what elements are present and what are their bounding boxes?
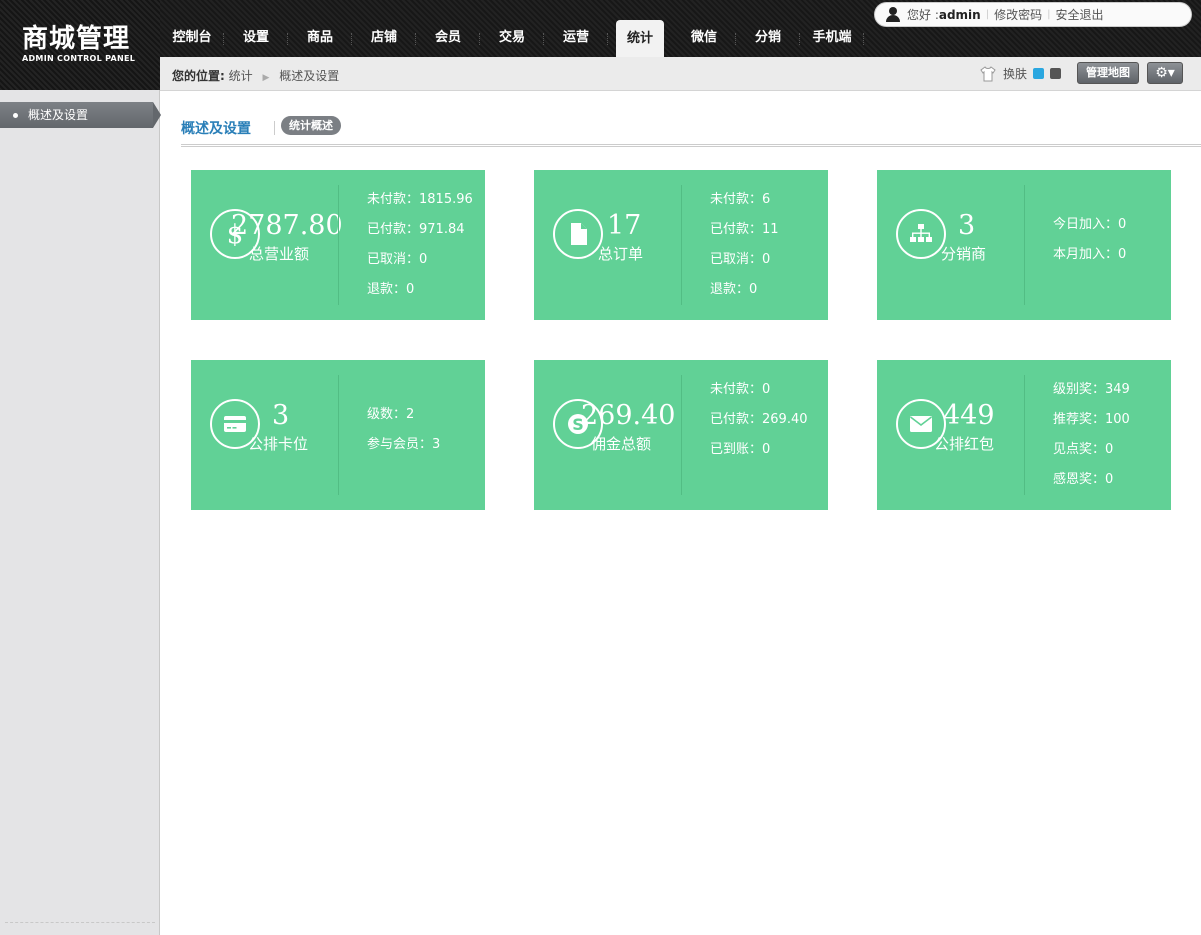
main-nav: 控制台 设置 商品 店铺 会员 交易 运营 统计 微信 分销 手机端 [160, 0, 864, 57]
chevron-right-icon: ▶ [262, 73, 270, 83]
stat-row: 退款：0 [367, 282, 415, 297]
card-label: 公排卡位 [248, 435, 309, 453]
skin-switcher: 换肤 [980, 65, 1062, 82]
card-divider [681, 375, 682, 495]
stat-row: 推荐奖：100 [1053, 412, 1130, 427]
card-divider [1024, 375, 1025, 495]
skin-gray-swatch[interactable] [1050, 68, 1062, 79]
card-stats: 未付款：6 已付款：11 已取消：0 退款：0 [710, 185, 779, 305]
stat-row: 级数：2 [367, 407, 415, 422]
tab-statistics-overview[interactable]: 统计概述 [281, 116, 341, 135]
stat-row: 今日加入：0 [1053, 217, 1127, 232]
main-content: 概述及设置 统计概述 $ 2787.80 总营业额 未付款：1815.96 已付… [161, 91, 1201, 935]
card-stats: 级数：2 参与会员：3 [367, 400, 440, 460]
stat-card-revenue: $ 2787.80 总营业额 未付款：1815.96 已付款：971.84 已取… [191, 170, 485, 320]
logo-subtitle: ADMIN CONTROL PANEL [22, 54, 136, 63]
card-label: 分销商 [941, 245, 987, 263]
username: admin [938, 7, 981, 22]
nav-operation[interactable]: 运营 [544, 19, 608, 57]
nav-trade[interactable]: 交易 [480, 19, 544, 57]
logout-link[interactable]: 安全退出 [1055, 6, 1103, 23]
stat-row: 已到账：0 [710, 442, 771, 457]
stat-row: 退款：0 [710, 282, 758, 297]
breadcrumb-level2: 概述及设置 [279, 69, 340, 83]
card-label: 总订单 [598, 245, 644, 263]
logo-title: 商城管理 [22, 24, 131, 54]
nav-members[interactable]: 会员 [416, 19, 480, 57]
logo: 商城管理 ADMIN CONTROL PANEL [0, 0, 160, 90]
skin-label[interactable]: 换肤 [1003, 65, 1027, 82]
stat-row: 已付款：269.40 [710, 412, 808, 427]
stat-row: 见点奖：0 [1053, 442, 1114, 457]
card-stats: 未付款：1815.96 已付款：971.84 已取消：0 退款：0 [367, 185, 473, 305]
nav-wechat[interactable]: 微信 [672, 19, 736, 57]
sub-bar: 您的位置: 统计 ▶ 概述及设置 换肤 管理地图 ⚙▾ [160, 57, 1201, 91]
stat-row: 级别奖：349 [1053, 382, 1130, 397]
card-stats: 今日加入：0 本月加入：0 [1053, 210, 1126, 270]
card-stats: 级别奖：349 推荐奖：100 见点奖：0 感恩奖：0 [1053, 375, 1130, 495]
breadcrumb-level1[interactable]: 统计 [229, 69, 253, 83]
change-password-link[interactable]: 修改密码 [994, 6, 1042, 23]
stat-row: 未付款：6 [710, 192, 771, 207]
breadcrumb: 您的位置: 统计 ▶ 概述及设置 [172, 67, 339, 84]
card-label: 佣金总额 [591, 435, 652, 453]
sidebar-item-overview[interactable]: 概述及设置 [0, 102, 161, 128]
top-header: 商城管理 ADMIN CONTROL PANEL 控制台 设置 商品 店铺 会员… [0, 0, 1201, 90]
nav-statistics[interactable]: 统计 [616, 20, 664, 57]
greeting-text: 您好 : [907, 8, 939, 22]
nav-distribution[interactable]: 分销 [736, 19, 800, 57]
stat-row: 未付款：1815.96 [367, 192, 473, 207]
card-divider [1024, 185, 1025, 305]
nav-mobile[interactable]: 手机端 [800, 19, 864, 57]
stat-row: 已取消：0 [710, 252, 771, 267]
skin-blue-swatch[interactable] [1033, 68, 1045, 79]
stat-row: 感恩奖：0 [1053, 472, 1114, 487]
card-label: 总营业额 [249, 245, 310, 263]
breadcrumb-label: 您的位置: [172, 69, 225, 83]
stat-card-distributors: 3 分销商 今日加入：0 本月加入：0 [877, 170, 1171, 320]
nav-settings[interactable]: 设置 [224, 19, 288, 57]
card-divider [681, 185, 682, 305]
tab-bar: 概述及设置 统计概述 [181, 115, 1201, 147]
nav-stores[interactable]: 店铺 [352, 19, 416, 57]
card-value: 269.40 [581, 400, 676, 431]
stat-card-red-packets: 449 公排红包 级别奖：349 推荐奖：100 见点奖：0 感恩奖：0 [877, 360, 1171, 510]
stat-row: 已付款：11 [710, 222, 779, 237]
card-label: 公排红包 [934, 435, 995, 453]
stat-card-commission: S 269.40 佣金总额 未付款：0 已付款：269.40 已到账：0 [534, 360, 828, 510]
card-divider [338, 375, 339, 495]
stat-row: 未付款：0 [710, 382, 771, 397]
stat-card-orders: 17 总订单 未付款：6 已付款：11 已取消：0 退款：0 [534, 170, 828, 320]
sidebar: 概述及设置 [0, 90, 161, 935]
separator: | [1047, 9, 1051, 20]
card-value: 2787.80 [231, 210, 343, 241]
file-icon [553, 209, 603, 259]
separator: | [985, 9, 990, 20]
stat-row: 已付款：971.84 [367, 222, 465, 237]
sidebar-divider [5, 922, 155, 923]
user-icon [885, 6, 901, 23]
stat-row: 已取消：0 [367, 252, 428, 267]
card-divider [338, 185, 339, 305]
nav-goods[interactable]: 商品 [288, 19, 352, 57]
user-box: 您好 : admin | 修改密码 | 安全退出 [874, 2, 1192, 27]
stat-row: 本月加入：0 [1053, 247, 1127, 262]
stat-card-public-slots: 3 公排卡位 级数：2 参与会员：3 [191, 360, 485, 510]
shirt-icon [980, 65, 996, 81]
card-stats: 未付款：0 已付款：269.40 已到账：0 [710, 375, 808, 465]
sitemap-icon [896, 209, 946, 259]
nav-dashboard[interactable]: 控制台 [160, 19, 224, 57]
settings-gear-button[interactable]: ⚙▾ [1147, 62, 1183, 84]
tab-divider [274, 121, 275, 135]
stat-row: 参与会员：3 [367, 437, 441, 452]
page-title: 概述及设置 [181, 121, 251, 137]
sitemap-button[interactable]: 管理地图 [1077, 62, 1139, 84]
